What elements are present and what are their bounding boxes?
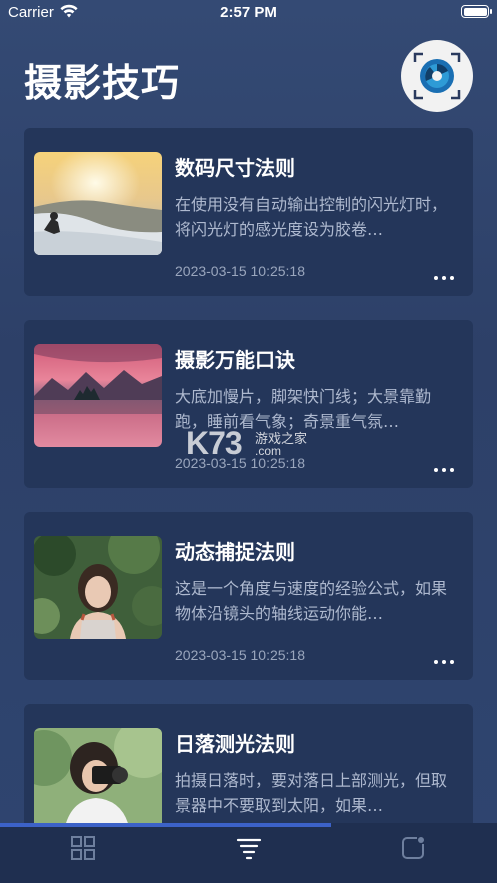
status-time: 2:57 PM <box>220 4 277 21</box>
more-options-icon[interactable] <box>434 658 456 666</box>
article-thumbnail <box>34 152 162 255</box>
filter-list-icon[interactable] <box>234 833 264 863</box>
watermark-logo: K73 <box>186 425 243 461</box>
article-title: 日落测光法则 <box>175 732 295 756</box>
article-date: 2023-03-15 10:25:18 <box>175 263 305 279</box>
status-bar: Carrier 2:57 PM <box>0 0 497 26</box>
camera-aperture-icon[interactable] <box>401 40 473 112</box>
article-excerpt: 在使用没有自动输出控制的闪光灯时，将闪光灯的感光度设为胶卷… <box>175 195 448 239</box>
article-card[interactable]: 摄影万能口诀 大底加慢片，脚架快门线；大景靠勤跑，睡前看气象；奇景重气氛… 20… <box>24 320 473 488</box>
watermark: K73 游戏之家 .com <box>186 425 307 462</box>
article-title: 动态捕捉法则 <box>175 540 295 564</box>
article-excerpt: 这是一个角度与速度的经验公式，如果物体沿镜头的轴线运动你能… <box>175 579 448 623</box>
article-thumbnail <box>34 344 162 447</box>
article-card[interactable]: 动态捕捉法则 这是一个角度与速度的经验公式，如果物体沿镜头的轴线运动你能… 20… <box>24 512 473 680</box>
article-thumbnail <box>34 728 162 831</box>
grid-icon[interactable] <box>68 833 98 863</box>
article-thumbnail <box>34 536 162 639</box>
article-date: 2023-03-15 10:25:18 <box>175 647 305 663</box>
tab-bar <box>0 823 497 883</box>
more-options-icon[interactable] <box>434 274 456 282</box>
article-title: 摄影万能口诀 <box>175 348 295 372</box>
watermark-domain: .com <box>255 444 282 458</box>
tab-progress-indicator <box>0 823 331 827</box>
note-icon[interactable] <box>398 833 428 863</box>
battery-icon <box>461 5 492 18</box>
page-title: 摄影技巧 <box>24 61 181 105</box>
article-title: 数码尺寸法则 <box>175 156 295 180</box>
article-card[interactable]: 数码尺寸法则 在使用没有自动输出控制的闪光灯时，将闪光灯的感光度设为胶卷… 20… <box>24 128 473 296</box>
article-excerpt: 拍摄日落时，要对落日上部测光，但取景器中不要取到太阳，如果… <box>175 771 448 815</box>
more-options-icon[interactable] <box>434 466 456 474</box>
